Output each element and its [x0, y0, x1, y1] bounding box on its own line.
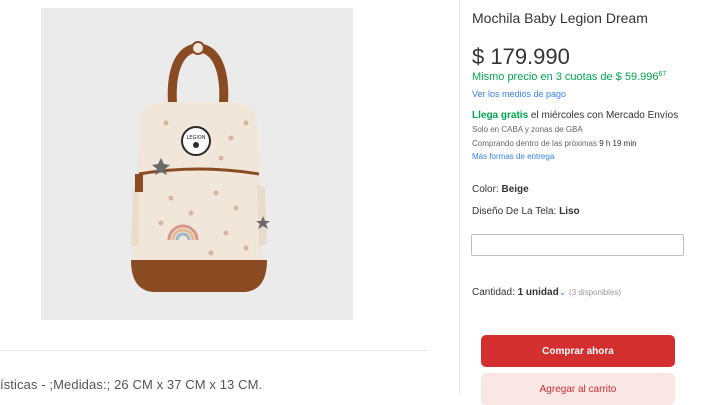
- chevron-down-icon: ⌄: [558, 287, 567, 297]
- buy-now-button[interactable]: Comprar ahora: [481, 335, 675, 367]
- add-to-cart-button[interactable]: Agregar al carrito: [481, 373, 675, 405]
- installments-text: Mismo precio en 3 cuotas de $ 59.99667: [472, 71, 667, 83]
- shipping-timer: Comprando dentro de las próximas 9 h 19 …: [472, 139, 637, 148]
- quantity-selector[interactable]: Cantidad: 1 unidad⌄ (3 disponibles): [472, 287, 621, 298]
- divider: [0, 350, 428, 351]
- more-shipping-link[interactable]: Más formas de entrega: [472, 152, 554, 161]
- variant-input[interactable]: [471, 234, 684, 256]
- product-image[interactable]: LEGION: [41, 8, 353, 320]
- description-text: ísticas - ;Medidas:; 26 CM x 37 CM x 13 …: [0, 377, 263, 392]
- shipping-info: Llega gratis el miércoles con Mercado En…: [472, 110, 679, 121]
- column-divider: [459, 0, 460, 394]
- product-title: Mochila Baby Legion Dream: [472, 10, 648, 26]
- backpack-image: LEGION: [131, 41, 270, 292]
- payment-methods-link[interactable]: Ver los medios de pago: [472, 89, 566, 99]
- svg-text:LEGION: LEGION: [187, 135, 206, 141]
- shipping-zone: Solo en CABA y zonas de GBA: [472, 125, 583, 134]
- color-attribute: Color: Beige: [472, 184, 529, 195]
- product-price: $ 179.990: [472, 44, 570, 69]
- design-attribute: Diseño De La Tela: Liso: [472, 206, 580, 217]
